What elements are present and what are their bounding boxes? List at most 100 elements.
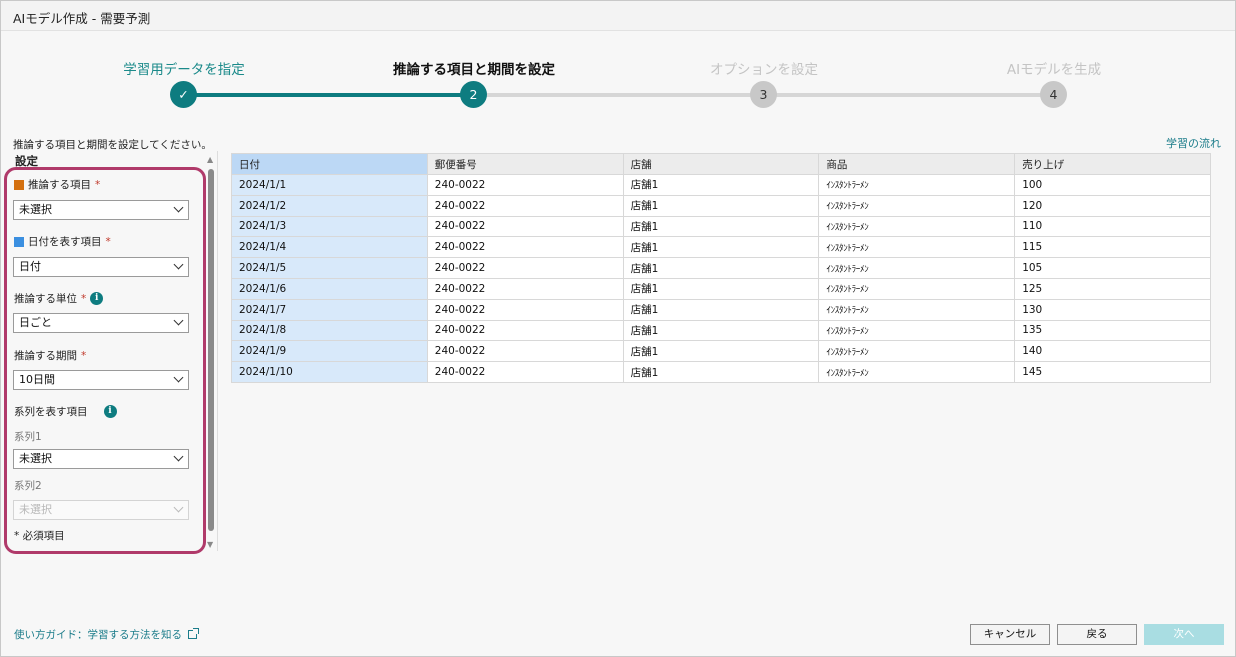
cell-sales: 125	[1014, 277, 1211, 300]
cell-product: ｲﾝｽﾀﾝﾄﾗｰﾒﾝ	[818, 340, 1016, 363]
cell-postal-code: 240-0022	[426, 194, 624, 217]
series1-value: 未選択	[19, 452, 52, 465]
back-button[interactable]: 戻る	[1057, 624, 1137, 645]
column-header-store[interactable]: 店舗	[622, 153, 820, 175]
table-row[interactable]: 2024/1/4 240-0022 店舗1 ｲﾝｽﾀﾝﾄﾗｰﾒﾝ 115	[231, 236, 1211, 259]
target-item-label: 推論する項目 *	[14, 177, 100, 192]
cell-product: ｲﾝｽﾀﾝﾄﾗｰﾒﾝ	[818, 319, 1016, 342]
series2-select: 未選択	[13, 500, 189, 520]
chevron-down-icon	[173, 315, 184, 326]
cell-postal-code: 240-0022	[426, 215, 624, 238]
cell-date: 2024/1/9	[231, 340, 428, 363]
cell-store: 店舗1	[622, 361, 820, 383]
title-bar: AIモデル作成 - 需要予測	[1, 1, 1235, 31]
step-3-label: オプションを設定	[710, 62, 818, 78]
series2-label: 系列2	[14, 480, 42, 492]
cell-sales: 105	[1014, 257, 1211, 279]
column-header-postal-code[interactable]: 郵便番号	[426, 153, 624, 175]
step-4-label: AIモデルを生成	[1006, 62, 1102, 78]
table-row[interactable]: 2024/1/2 240-0022 店舗1 ｲﾝｽﾀﾝﾄﾗｰﾒﾝ 120	[231, 194, 1211, 217]
cell-product: ｲﾝｽﾀﾝﾄﾗｰﾒﾝ	[818, 298, 1016, 321]
cell-product: ｲﾝｽﾀﾝﾄﾗｰﾒﾝ	[818, 277, 1016, 300]
series2-value: 未選択	[19, 503, 52, 516]
series1-label: 系列1	[14, 431, 42, 443]
usage-guide-link[interactable]: 使い方ガイド：学習する方法を知る	[14, 627, 199, 642]
cell-store: 店舗1	[622, 277, 820, 300]
period-label-text: 推論する期間	[14, 350, 77, 362]
table-row[interactable]: 2024/1/6 240-0022 店舗1 ｲﾝｽﾀﾝﾄﾗｰﾒﾝ 125	[231, 277, 1211, 300]
unit-label: 推論する単位 * i	[14, 291, 104, 306]
cell-postal-code: 240-0022	[426, 257, 624, 279]
cell-date: 2024/1/7	[231, 298, 428, 321]
column-header-sales[interactable]: 売り上げ	[1014, 153, 1211, 175]
unit-label-text: 推論する単位	[14, 293, 77, 305]
cell-sales: 110	[1014, 215, 1211, 238]
date-item-value: 日付	[19, 260, 41, 273]
date-item-label: 日付を表す項目 *	[14, 234, 111, 249]
cell-date: 2024/1/3	[231, 215, 428, 238]
required-footnote-text: * 必須項目	[14, 530, 65, 542]
series-label: 系列を表す項目 i	[14, 404, 117, 419]
cell-product: ｲﾝｽﾀﾝﾄﾗｰﾒﾝ	[818, 361, 1016, 383]
chevron-down-icon	[173, 259, 184, 270]
orange-swatch-icon	[14, 179, 24, 190]
cell-store: 店舗1	[622, 236, 820, 259]
table-row[interactable]: 2024/1/5 240-0022 店舗1 ｲﾝｽﾀﾝﾄﾗｰﾒﾝ 105	[231, 257, 1211, 279]
column-header-product[interactable]: 商品	[818, 153, 1016, 175]
blue-swatch-icon	[14, 236, 24, 247]
step-2-label: 推論する項目と期間を設定	[393, 62, 555, 78]
cell-store: 店舗1	[622, 340, 820, 363]
step-1-label: 学習用データを指定	[123, 62, 245, 78]
unit-value: 日ごと	[19, 316, 52, 329]
target-item-value: 未選択	[19, 203, 52, 216]
cell-sales: 100	[1014, 174, 1211, 196]
step-3-number: 3	[750, 81, 777, 108]
target-item-select[interactable]: 未選択	[13, 200, 189, 220]
panel-divider	[217, 151, 218, 551]
cell-product: ｲﾝｽﾀﾝﾄﾗｰﾒﾝ	[818, 215, 1016, 238]
required-mark: *	[105, 235, 111, 248]
date-item-select[interactable]: 日付	[13, 257, 189, 277]
chevron-down-icon	[173, 502, 184, 513]
scroll-up-icon[interactable]: ▲	[207, 155, 213, 164]
cancel-button[interactable]: キャンセル	[970, 624, 1050, 645]
step-2-number: 2	[460, 81, 487, 108]
table-row[interactable]: 2024/1/7 240-0022 店舗1 ｲﾝｽﾀﾝﾄﾗｰﾒﾝ 130	[231, 298, 1211, 321]
cell-store: 店舗1	[622, 319, 820, 342]
table-row[interactable]: 2024/1/10 240-0022 店舗1 ｲﾝｽﾀﾝﾄﾗｰﾒﾝ 145	[231, 361, 1211, 383]
series-label-text: 系列を表す項目	[14, 406, 88, 418]
info-icon[interactable]: i	[90, 292, 104, 305]
chevron-down-icon	[173, 202, 184, 213]
table-row[interactable]: 2024/1/9 240-0022 店舗1 ｲﾝｽﾀﾝﾄﾗｰﾒﾝ 140	[231, 340, 1211, 363]
period-value: 10日間	[19, 373, 55, 386]
period-select[interactable]: 10日間	[13, 370, 189, 390]
series1-select[interactable]: 未選択	[13, 449, 189, 469]
table-row[interactable]: 2024/1/3 240-0022 店舗1 ｲﾝｽﾀﾝﾄﾗｰﾒﾝ 110	[231, 215, 1211, 238]
cell-postal-code: 240-0022	[426, 340, 624, 363]
chevron-down-icon	[173, 451, 184, 462]
cell-product: ｲﾝｽﾀﾝﾄﾗｰﾒﾝ	[818, 174, 1016, 196]
scroll-down-icon[interactable]: ▼	[207, 540, 213, 549]
cell-store: 店舗1	[622, 298, 820, 321]
cell-date: 2024/1/6	[231, 277, 428, 300]
cell-postal-code: 240-0022	[426, 277, 624, 300]
scrollbar-thumb[interactable]	[208, 169, 214, 531]
required-mark: *	[81, 349, 87, 362]
cell-sales: 140	[1014, 340, 1211, 363]
column-header-date[interactable]: 日付	[231, 153, 428, 175]
learning-flow-link[interactable]: 学習の流れ	[1166, 135, 1221, 151]
cell-sales: 145	[1014, 361, 1211, 383]
table-row[interactable]: 2024/1/1 240-0022 店舗1 ｲﾝｽﾀﾝﾄﾗｰﾒﾝ 100	[231, 174, 1211, 196]
external-link-icon	[188, 628, 199, 639]
cell-sales: 115	[1014, 236, 1211, 259]
table-row[interactable]: 2024/1/8 240-0022 店舗1 ｲﾝｽﾀﾝﾄﾗｰﾒﾝ 135	[231, 319, 1211, 342]
info-icon[interactable]: i	[103, 405, 117, 418]
unit-select[interactable]: 日ごと	[13, 313, 189, 333]
cell-store: 店舗1	[622, 194, 820, 217]
cell-postal-code: 240-0022	[426, 298, 624, 321]
settings-scrollbar[interactable]: ▲ ▼	[206, 155, 216, 549]
cell-product: ｲﾝｽﾀﾝﾄﾗｰﾒﾝ	[818, 194, 1016, 217]
cell-sales: 120	[1014, 194, 1211, 217]
required-footnote: * * 必須項目	[14, 528, 65, 543]
wizard-stepper: 学習用データを指定 ✓ 推論する項目と期間を設定 2 オプションを設定 3 AI…	[1, 31, 1235, 126]
